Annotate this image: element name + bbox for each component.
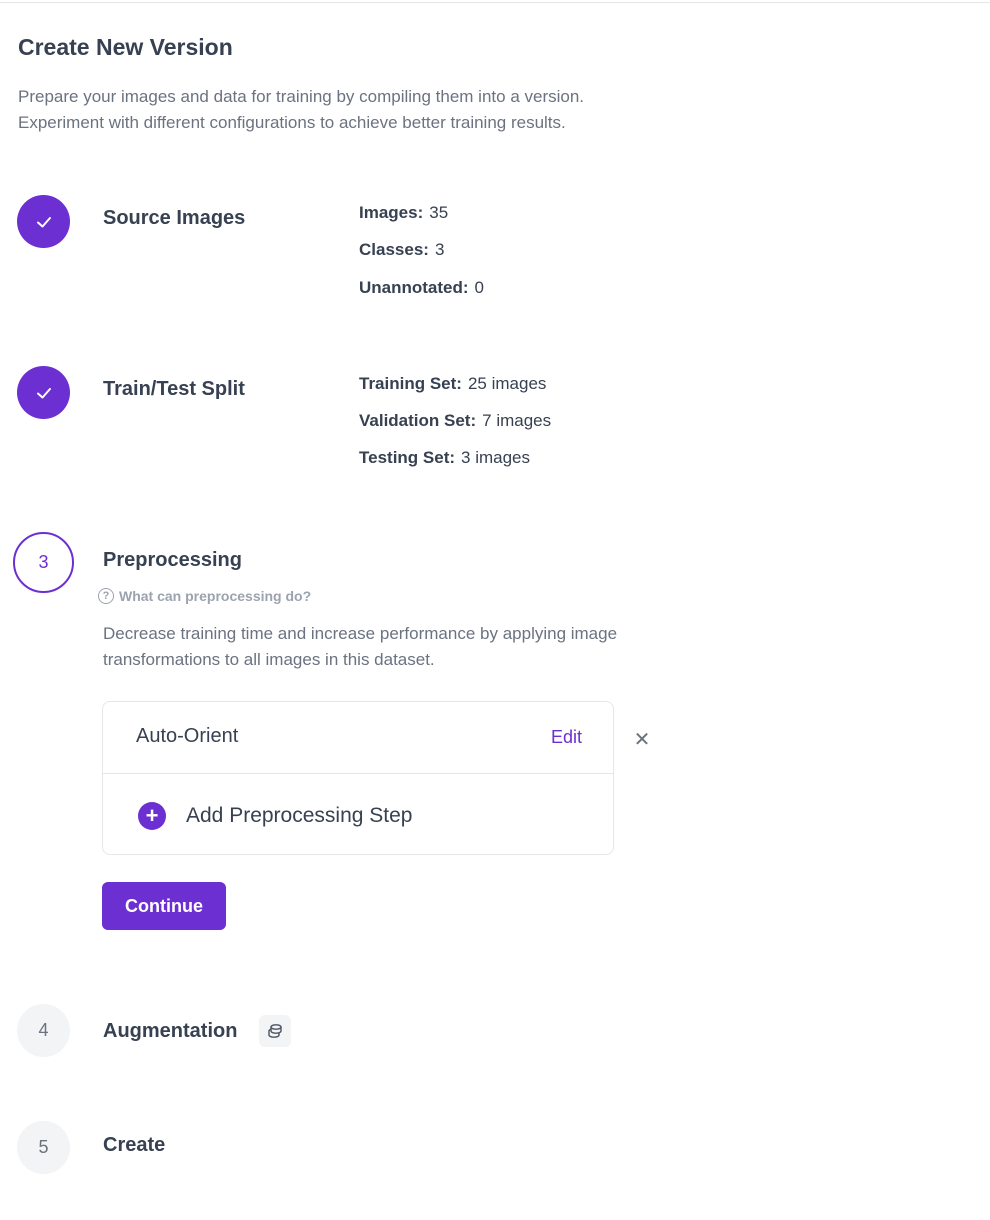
help-link-label: What can preprocessing do? (119, 588, 312, 604)
stat-value: 3 (434, 240, 445, 259)
preprocessing-step-name: Auto-Orient (136, 725, 239, 747)
step-1-status[interactable] (17, 195, 70, 248)
description-line-2: transformations to all images in this da… (103, 650, 435, 669)
preprocessing-description: Decrease training time and increase perf… (103, 621, 743, 673)
stat-label: Validation Set: (359, 411, 477, 430)
stat-value: 0 (474, 278, 485, 297)
top-divider (0, 2, 990, 3)
stat-classes: Classes: 3 (359, 240, 444, 260)
stat-unannotated: Unannotated: 0 (359, 278, 484, 298)
description-line-1: Decrease training time and increase perf… (103, 624, 618, 643)
coins-icon-glyph (268, 1024, 282, 1038)
stat-value: 25 images (467, 374, 547, 393)
intro-line-2: Experiment with different configurations… (18, 113, 566, 132)
preprocessing-steps-card: Auto-Orient Edit + Add Preprocessing Ste… (102, 701, 614, 855)
step-2-status[interactable] (17, 366, 70, 419)
help-circle-icon: ? (98, 588, 114, 604)
stat-testing-set: Testing Set: 3 images (359, 448, 530, 468)
step-title-source-images[interactable]: Source Images (103, 207, 245, 230)
add-preprocessing-step-button[interactable]: + Add Preprocessing Step (138, 802, 412, 830)
stat-label: Unannotated: (359, 278, 469, 297)
step-title-augmentation: Augmentation (103, 1020, 238, 1042)
stat-value: 7 images (482, 411, 552, 430)
page-intro: Prepare your images and data for trainin… (18, 84, 738, 136)
check-icon (36, 387, 51, 398)
stat-value: 3 images (461, 448, 531, 467)
check-icon (36, 216, 51, 227)
step-title-preprocessing: Preprocessing (103, 549, 242, 571)
step-title-train-test-split[interactable]: Train/Test Split (103, 378, 245, 401)
add-step-label: Add Preprocessing Step (186, 804, 413, 827)
coins-icon[interactable] (259, 1015, 291, 1047)
stat-label: Images: (359, 203, 424, 222)
preprocessing-step-row: Auto-Orient Edit (103, 702, 613, 774)
edit-preprocessing-step-button[interactable]: Edit (551, 727, 582, 748)
stat-validation-set: Validation Set: 7 images (359, 411, 551, 431)
step-title-create: Create (103, 1134, 166, 1156)
stat-label: Training Set: (359, 374, 462, 393)
stat-value: 35 (429, 203, 449, 222)
stat-label: Testing Set: (359, 448, 456, 467)
stat-label: Classes: (359, 240, 429, 259)
step-4-number: 4 (17, 1004, 70, 1057)
plus-circle-icon: + (138, 802, 166, 830)
intro-line-1: Prepare your images and data for trainin… (18, 87, 585, 106)
stat-training-set: Training Set: 25 images (359, 374, 546, 394)
page-title: Create New Version (18, 34, 233, 60)
continue-button[interactable]: Continue (102, 882, 226, 930)
step-3-number: 3 (13, 532, 74, 593)
stat-images: Images: 35 (359, 203, 448, 223)
step-5-number: 5 (17, 1121, 70, 1174)
preprocessing-help-link[interactable]: ? What can preprocessing do? (98, 588, 311, 604)
close-icon[interactable]: ✕ (632, 727, 652, 752)
